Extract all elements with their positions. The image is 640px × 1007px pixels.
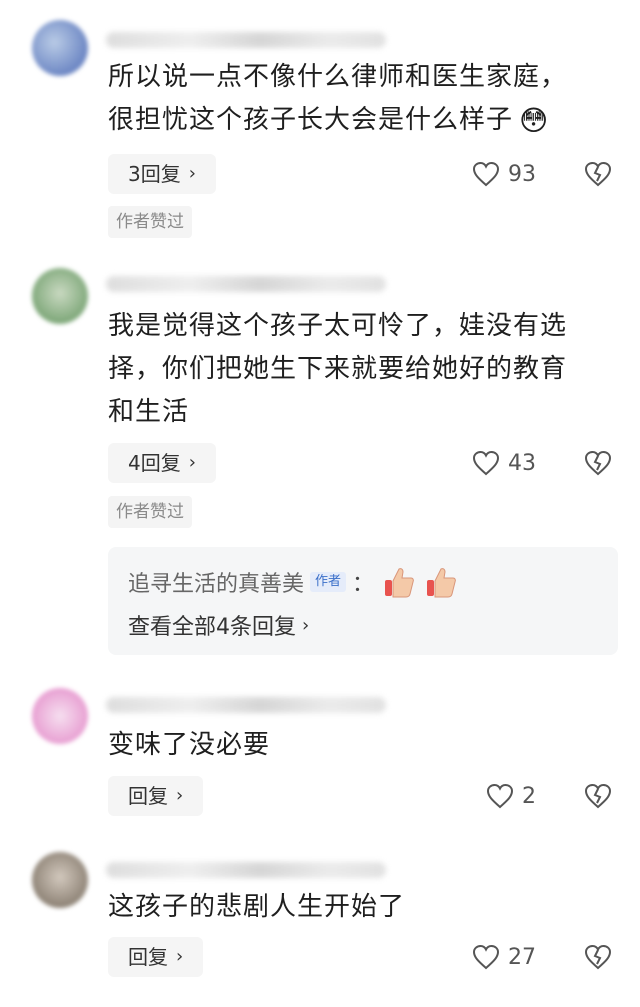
broken-heart-icon (584, 161, 612, 187)
chevron-right-icon: › (176, 785, 184, 806)
author-tag: 作者 (310, 572, 347, 592)
dislike-button[interactable] (584, 443, 612, 483)
chevron-right-icon: › (176, 946, 184, 967)
sub-reply-author-name[interactable]: 追寻生活的真善美 (128, 566, 304, 598)
thumbs-up-icon (385, 568, 414, 598)
username-blurred[interactable] (106, 862, 386, 878)
reply-button[interactable]: 3回复 › (108, 154, 216, 194)
comment-text-line: 这孩子的悲剧人生开始了 (108, 892, 406, 922)
thumbs-up-icon (427, 568, 456, 598)
comment-text-line: 变味了没必要 (108, 730, 271, 760)
reply-label: 回复 (128, 945, 168, 969)
reply-label: 4回复 (128, 451, 181, 475)
flushed-emoji-icon: 😳 (519, 104, 550, 137)
like-count: 43 (508, 450, 536, 476)
dislike-button[interactable] (584, 154, 612, 194)
avatar[interactable] (32, 688, 88, 744)
broken-heart-icon (584, 450, 612, 476)
author-liked-badge: 作者赞过 (108, 206, 192, 238)
sub-reply-author-row: 追寻生活的真善美 作者 ： (128, 565, 458, 599)
like-button[interactable]: 27 (472, 937, 536, 977)
author-liked-badge: 作者赞过 (108, 496, 192, 528)
heart-outline-icon (472, 944, 500, 970)
reply-button[interactable]: 回复 › (108, 776, 204, 816)
reply-button[interactable]: 回复 › (108, 937, 204, 977)
like-button[interactable]: 43 (472, 443, 536, 483)
view-all-replies-link[interactable]: 查看全部4条回复 › (128, 609, 309, 641)
reply-button[interactable]: 4回复 › (108, 443, 216, 483)
comment-text-line: 和生活 (108, 397, 190, 427)
avatar[interactable] (32, 268, 88, 324)
chevron-right-icon: › (188, 452, 196, 473)
broken-heart-icon (584, 944, 612, 970)
heart-outline-icon (472, 450, 500, 476)
chevron-right-icon: › (302, 614, 310, 636)
comment-text-line: 很担忧这个孩子长大会是什么样子 😳 (108, 99, 618, 142)
chevron-right-icon: › (188, 163, 196, 184)
heart-outline-icon (472, 161, 500, 187)
comment-text: 变味了没必要 (108, 724, 618, 767)
comment-text-line: 我是觉得这个孩子太可怜了，娃没有选 (108, 311, 568, 341)
like-button[interactable]: 2 (486, 776, 536, 816)
dislike-button[interactable] (584, 937, 612, 977)
username-blurred[interactable] (106, 276, 386, 292)
like-button[interactable]: 93 (472, 154, 536, 194)
sub-reply-content (382, 565, 458, 599)
comment-text-line: 所以说一点不像什么律师和医生家庭， (108, 62, 568, 92)
heart-outline-icon (486, 783, 514, 809)
like-count: 93 (508, 161, 536, 187)
comment-text: 这孩子的悲剧人生开始了 (108, 886, 618, 929)
comment-text: 我是觉得这个孩子太可怜了，娃没有选 择，你们把她生下来就要给她好的教育 和生活 (108, 305, 618, 434)
like-count: 2 (522, 783, 536, 809)
comment-text: 所以说一点不像什么律师和医生家庭， 很担忧这个孩子长大会是什么样子 😳 (108, 56, 618, 142)
dislike-button[interactable] (584, 776, 612, 816)
like-count: 27 (508, 944, 536, 970)
view-all-replies-label: 查看全部4条回复 (128, 615, 296, 640)
username-blurred[interactable] (106, 697, 386, 713)
sub-reply-box[interactable]: 追寻生活的真善美 作者 ： 查看全部4条回复 › (108, 547, 618, 655)
reply-label: 回复 (128, 784, 168, 808)
comment-text-line: 择，你们把她生下来就要给她好的教育 (108, 354, 568, 384)
broken-heart-icon (584, 783, 612, 809)
avatar[interactable] (32, 852, 88, 908)
reply-label: 3回复 (128, 162, 181, 186)
avatar[interactable] (32, 20, 88, 76)
sub-reply-colon: ： (352, 572, 375, 597)
username-blurred[interactable] (106, 32, 386, 48)
